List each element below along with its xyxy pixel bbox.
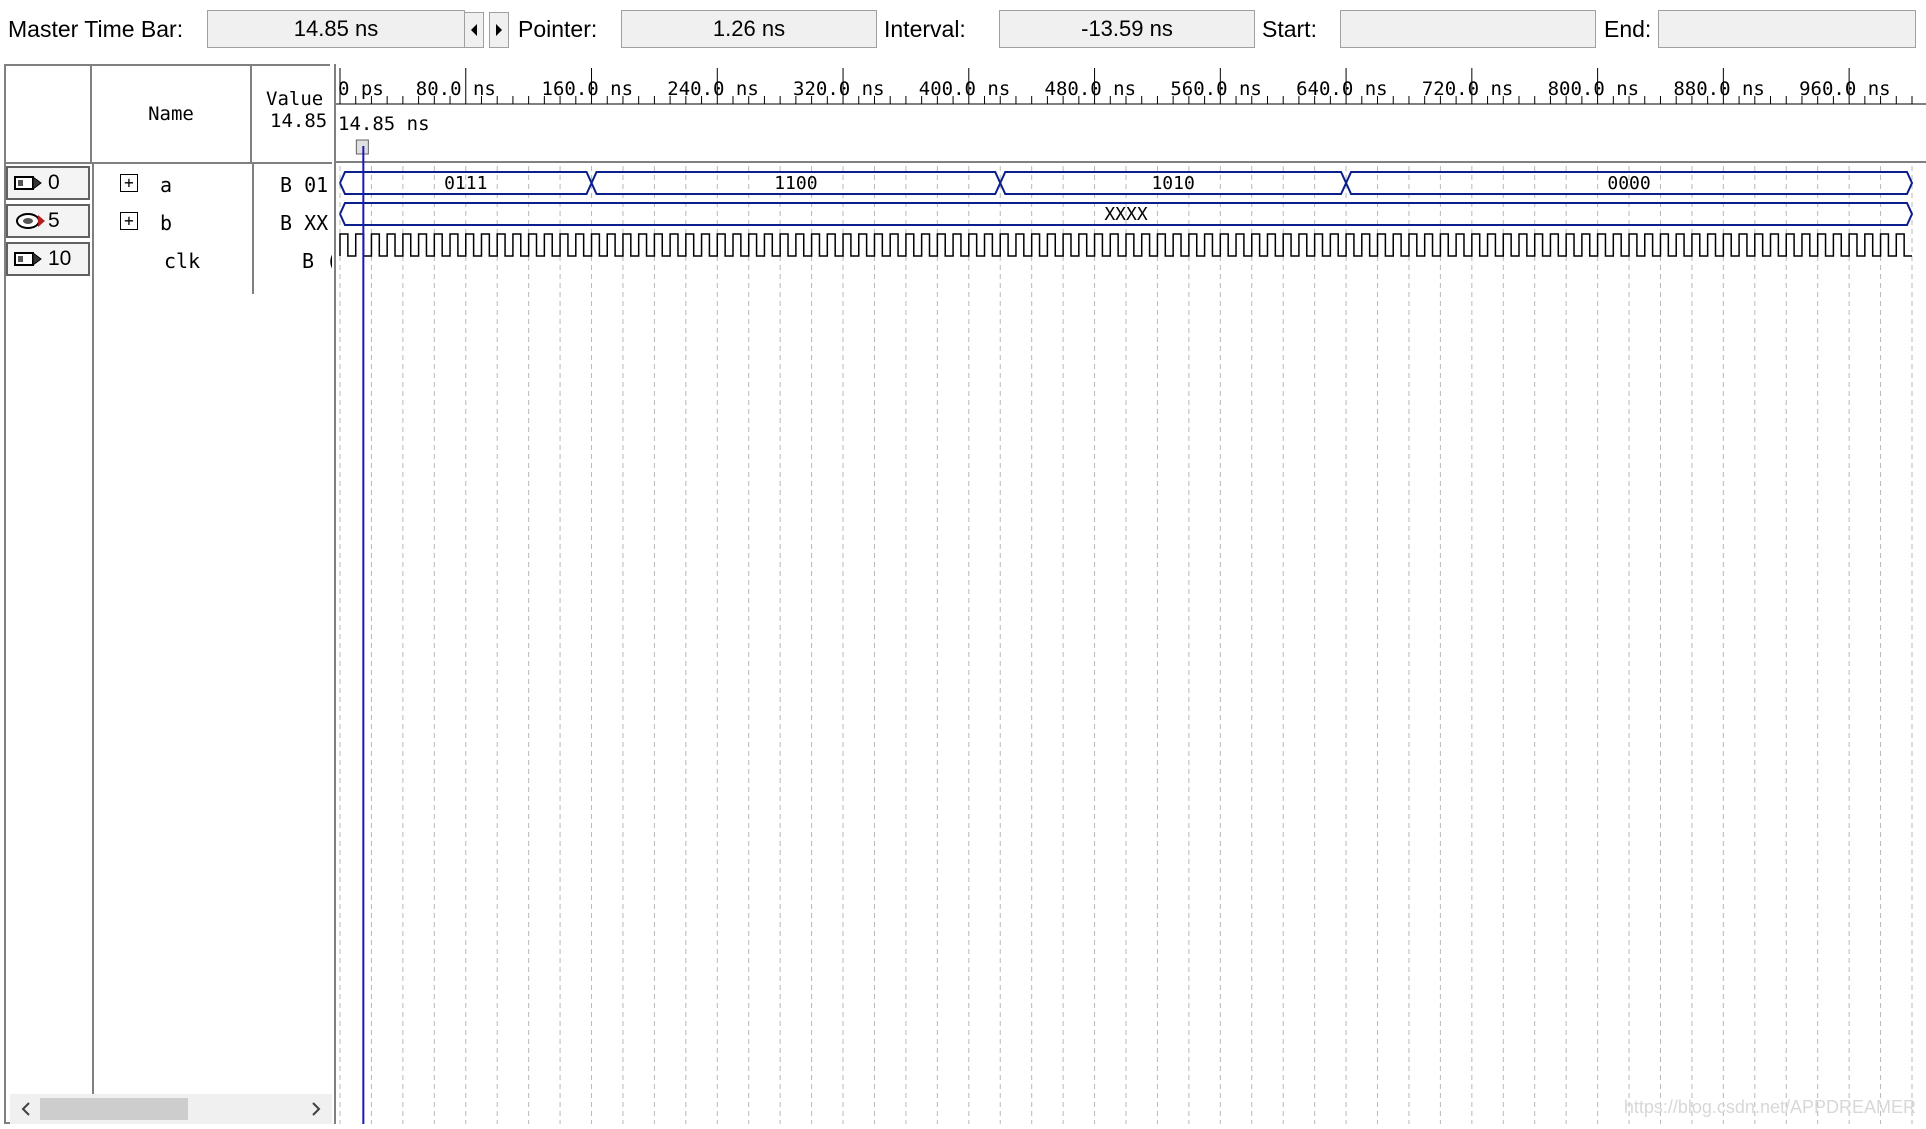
- ruler-tick-label: 800.0 ns: [1548, 78, 1640, 100]
- interval-field[interactable]: -13.59 ns: [999, 10, 1255, 48]
- signal-row-a[interactable]: 0 + a B 01: [6, 166, 332, 204]
- arrow-right-icon: [496, 24, 502, 36]
- signal-id-cell[interactable]: 0: [6, 166, 90, 200]
- ruler-tick-label: 400.0 ns: [919, 78, 1011, 100]
- pointer-label: Pointer:: [518, 16, 598, 42]
- ruler-tick-label: 720.0 ns: [1422, 78, 1514, 100]
- arrow-left-icon: [471, 24, 477, 36]
- expand-button[interactable]: +: [120, 174, 138, 192]
- interval-label: Interval:: [884, 16, 966, 42]
- signal-row-clk[interactable]: 10 clk B (: [6, 242, 332, 280]
- value-header-label: Value: [266, 88, 324, 110]
- ruler-tick-label: 240.0 ns: [667, 78, 759, 100]
- ruler-tick-label: 0 ps: [338, 78, 384, 100]
- pointer-field[interactable]: 1.26 ns: [621, 10, 877, 48]
- signal-value: B (: [302, 249, 332, 273]
- start-field[interactable]: [1340, 10, 1596, 48]
- signal-id: 10: [48, 247, 72, 270]
- ruler-tick-label: 480.0 ns: [1045, 78, 1137, 100]
- start-label: Start:: [1262, 16, 1317, 42]
- output-pin-icon: [16, 213, 45, 229]
- ruler-tick-label: 320.0 ns: [793, 78, 885, 100]
- ruler-tick-label: 160.0 ns: [542, 78, 634, 100]
- master-time-bar-label: Master Time Bar:: [8, 16, 184, 42]
- signal-id-cell[interactable]: 10: [6, 242, 90, 276]
- scroll-right-icon[interactable]: [306, 1094, 326, 1124]
- waveform-pane[interactable]: 0 ps 80.0 ns 160.0 ns 240.0 ns 320.0 ns 400.0…: [334, 64, 1926, 1124]
- waveform-a-segment-label: 0111: [444, 173, 487, 194]
- value-header-time: 14.85: [270, 110, 328, 132]
- end-label: End:: [1604, 16, 1652, 42]
- value-column-header[interactable]: Value 14.85: [252, 66, 332, 164]
- master-time-marker[interactable]: 14.85 ns: [338, 113, 430, 1124]
- waveform-canvas[interactable]: 0 ps 80.0 ns 160.0 ns 240.0 ns 320.0 ns 400.0…: [336, 64, 1926, 1124]
- signal-id: 0: [48, 171, 60, 194]
- signal-name: clk: [164, 249, 201, 273]
- signal-id-cell[interactable]: 5: [6, 204, 90, 238]
- master-time-bar-field[interactable]: 14.85 ns: [207, 10, 465, 48]
- signal-name: a: [160, 173, 173, 197]
- waveform-clk: [339, 233, 1912, 257]
- signal-value: B 01: [280, 173, 329, 197]
- signal-name: b: [160, 211, 173, 235]
- watermark: https://blog.csdn.net/APPDREAMER: [1623, 1097, 1916, 1117]
- end-field[interactable]: [1658, 10, 1916, 48]
- ruler-tick-label: 80.0 ns: [416, 78, 496, 100]
- signal-value: B XX: [280, 211, 329, 235]
- prev-transition-button[interactable]: [464, 12, 484, 48]
- waveform-a-segment-label: 1010: [1151, 173, 1194, 194]
- signal-list-pane: Name Value 14.85 0 + a B 01 5 + b B XX 1…: [4, 64, 332, 1124]
- time-bar-toolbar: Master Time Bar: 14.85 ns Pointer: 1.26 …: [0, 0, 1926, 58]
- waveform-b-segment-label: XXXX: [1104, 204, 1148, 225]
- ruler-tick-label: 640.0 ns: [1296, 78, 1388, 100]
- name-column-header[interactable]: Name: [92, 66, 252, 164]
- name-header-label: Name: [148, 103, 194, 125]
- expand-button[interactable]: +: [120, 212, 138, 230]
- time-ruler[interactable]: 0 ps 80.0 ns 160.0 ns 240.0 ns 320.0 ns 400.0…: [336, 64, 1926, 163]
- ruler-tick-label: 960.0 ns: [1799, 78, 1891, 100]
- ruler-tick-label: 880.0 ns: [1673, 78, 1765, 100]
- waveform-a-segment-label: 1100: [774, 173, 817, 194]
- scrollbar-thumb[interactable]: [40, 1098, 188, 1120]
- next-transition-button[interactable]: [489, 12, 509, 48]
- signal-row-b[interactable]: 5 + b B XX: [6, 204, 332, 242]
- waveform-editor: Name Value 14.85 0 + a B 01 5 + b B XX 1…: [0, 64, 1926, 1124]
- ruler-tick-label: 560.0 ns: [1170, 78, 1262, 100]
- master-marker-label: 14.85 ns: [338, 113, 430, 135]
- id-column-header[interactable]: [6, 66, 92, 164]
- input-pin-icon: [14, 252, 42, 266]
- waveform-a-segment-label: 0000: [1607, 173, 1650, 194]
- column-divider: [92, 164, 94, 1094]
- input-pin-icon: [14, 176, 42, 190]
- grid-lines: [339, 166, 1913, 1124]
- horizontal-scrollbar[interactable]: [10, 1094, 332, 1124]
- scroll-left-icon[interactable]: [16, 1094, 36, 1124]
- signal-id: 5: [48, 209, 60, 232]
